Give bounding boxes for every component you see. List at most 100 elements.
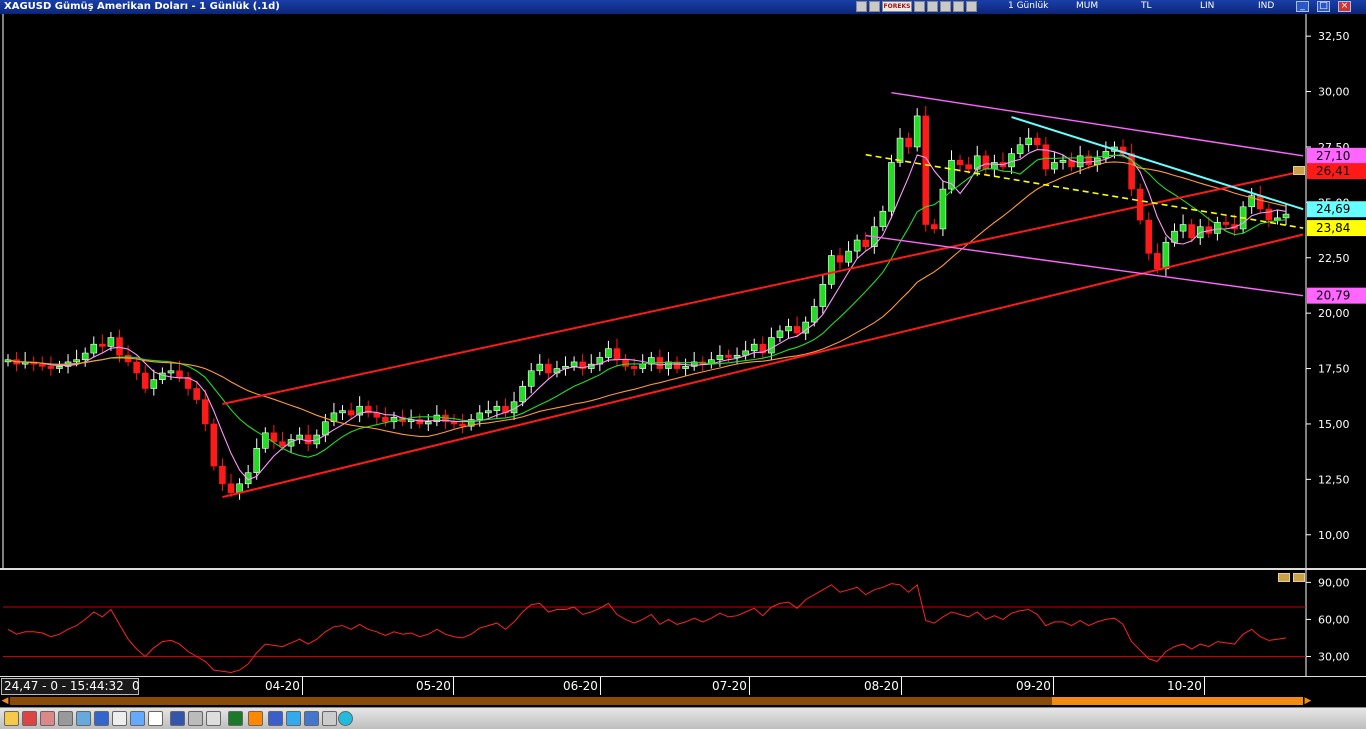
- title-bar: XAGUSD Gümüş Amerikan Doları - 1 Günlük …: [0, 0, 1366, 15]
- menu-scale[interactable]: LIN: [1200, 1, 1214, 11]
- candle-body: [1025, 137, 1032, 146]
- candle-body: [99, 343, 106, 347]
- twitter-icon[interactable]: [286, 711, 301, 726]
- maximize-icon[interactable]: □: [1317, 1, 1330, 12]
- arrow-left-icon[interactable]: [4, 711, 19, 726]
- candle-body: [1042, 144, 1050, 170]
- candle-body: [605, 348, 612, 358]
- menu-indicators[interactable]: IND: [1258, 1, 1274, 11]
- candle-body: [545, 363, 552, 374]
- candle-body: [1059, 159, 1067, 163]
- export-icon[interactable]: [206, 711, 221, 726]
- chart-area[interactable]: 10,0012,5015,0017,5020,0022,5025,0027,50…: [0, 14, 1366, 676]
- candle-body: [965, 164, 972, 170]
- candle-body: [1265, 208, 1273, 221]
- candle-body: [56, 366, 63, 369]
- candle-body: [116, 337, 123, 356]
- candle-body: [304, 434, 312, 445]
- twitter-round-icon[interactable]: [338, 711, 353, 726]
- close-icon[interactable]: ×: [1338, 1, 1351, 12]
- menu-period[interactable]: 1 Günlük: [1008, 1, 1048, 11]
- candle-body: [39, 363, 46, 367]
- candle-body: [476, 412, 484, 420]
- scroll-thumb[interactable]: [1052, 697, 1303, 705]
- candle-body: [905, 137, 912, 148]
- candle-body: [47, 366, 55, 369]
- scroll-left-icon[interactable]: ◀: [0, 696, 10, 706]
- candle-body: [888, 162, 895, 212]
- undo-icon[interactable]: [248, 711, 263, 726]
- price-label-text: 26,41: [1316, 164, 1350, 178]
- share-icon[interactable]: [304, 711, 319, 726]
- candle-body: [948, 159, 955, 190]
- database-icon[interactable]: [170, 711, 185, 726]
- cursor-readout: 24,47 - 0 - 15:44:32: [1, 678, 139, 695]
- tool-icon[interactable]: [966, 1, 977, 12]
- facebook-icon[interactable]: [268, 711, 283, 726]
- foreks-badge[interactable]: FOREKS: [882, 1, 912, 12]
- dots-icon[interactable]: [953, 1, 964, 12]
- lines-icon[interactable]: [927, 1, 938, 12]
- candle-body: [253, 448, 261, 474]
- candle-body: [167, 370, 175, 374]
- candle-body: [630, 366, 638, 369]
- calc-icon[interactable]: [869, 1, 880, 12]
- date-label: 08-20: [864, 679, 899, 693]
- date-tick-mark: [1204, 677, 1205, 695]
- date-tick-mark: [1053, 677, 1054, 695]
- copy-icon[interactable]: [76, 711, 91, 726]
- page-icon[interactable]: [112, 711, 127, 726]
- candle-body: [1188, 224, 1195, 239]
- scroll-right-icon[interactable]: ▶: [1303, 696, 1313, 706]
- time-scrollbar[interactable]: ◀ ▶: [0, 696, 1366, 706]
- grid-icon[interactable]: [914, 1, 925, 12]
- pencil-icon[interactable]: [940, 1, 951, 12]
- candle-body: [750, 343, 758, 352]
- save-icon[interactable]: [130, 711, 145, 726]
- candle-body: [862, 239, 870, 247]
- candle-body: [1162, 241, 1170, 270]
- candle-body: [279, 441, 286, 447]
- candle-body: [956, 159, 964, 165]
- candle-body: [193, 388, 200, 400]
- candle-body: [485, 410, 492, 414]
- printer-icon[interactable]: [188, 711, 203, 726]
- candle-body: [493, 405, 501, 411]
- candle-body: [1033, 137, 1041, 146]
- candle-body: [270, 432, 278, 442]
- price-tick-label: 12,50: [1318, 473, 1350, 486]
- candle-body: [373, 412, 381, 418]
- candle-body: [913, 115, 921, 148]
- minimize-icon[interactable]: _: [1296, 1, 1309, 12]
- candle-body: [90, 343, 98, 354]
- candle-body: [347, 410, 355, 416]
- magnifier-icon[interactable]: [94, 711, 109, 726]
- print-icon[interactable]: [58, 711, 73, 726]
- candle-body: [776, 330, 784, 338]
- rsi-tick-label: 90,00: [1318, 576, 1350, 589]
- candle-body: [382, 417, 389, 423]
- menu-currency[interactable]: TL: [1141, 1, 1152, 11]
- indicator-settings-button[interactable]: [1293, 166, 1305, 175]
- rsi-config-button[interactable]: [1278, 573, 1290, 582]
- menu-candle[interactable]: MUM: [1076, 1, 1098, 11]
- candle-body: [1282, 213, 1290, 219]
- tools-icon[interactable]: [322, 711, 337, 726]
- chart-icon[interactable]: [856, 1, 867, 12]
- candle-body: [322, 421, 329, 436]
- candle-body: [793, 326, 801, 334]
- rsi-tick-label: 60,00: [1318, 613, 1350, 626]
- document-icon[interactable]: [148, 711, 163, 726]
- zoom-in-icon[interactable]: [22, 711, 37, 726]
- excel-icon[interactable]: [228, 711, 243, 726]
- date-tick-mark: [901, 677, 902, 695]
- grid-icon[interactable]: [40, 711, 55, 726]
- candle-body: [810, 306, 818, 323]
- window-title: XAGUSD Gümüş Amerikan Doları - 1 Günlük …: [4, 1, 280, 12]
- candle-body: [73, 359, 80, 363]
- date-label: 10-20: [1167, 679, 1202, 693]
- rsi-close-button[interactable]: [1293, 573, 1305, 582]
- date-tick-mark: [600, 677, 601, 695]
- status-bar: 24,47 - 0 - 15:44:32 04-20 05-20 06-20 07-2…: [0, 676, 1366, 697]
- date-label: 06-20: [563, 679, 598, 693]
